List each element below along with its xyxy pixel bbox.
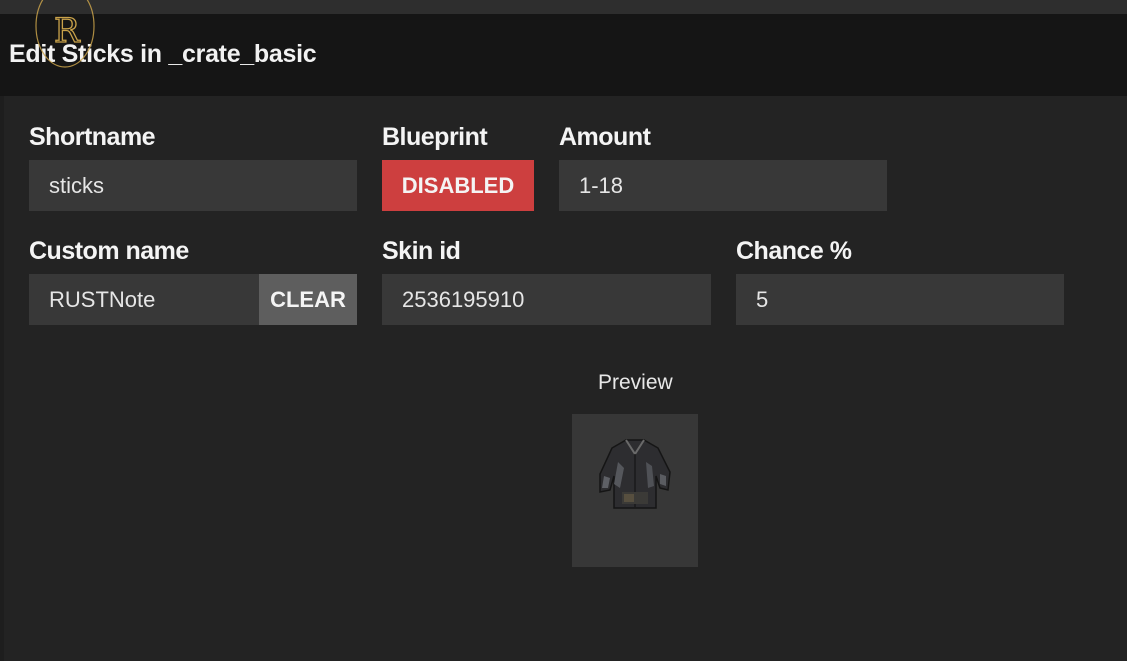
preview-label: Preview [598, 371, 673, 394]
shortname-field[interactable]: sticks [29, 160, 357, 211]
blueprint-toggle-button[interactable]: DISABLED [382, 160, 534, 211]
amount-label: Amount [559, 123, 651, 151]
svg-text:R: R [54, 11, 81, 51]
jacket-icon [599, 439, 671, 509]
rustnote-logo: R [35, 0, 95, 68]
top-strip [0, 0, 1127, 14]
chance-label: Chance % [736, 237, 852, 265]
skin-id-label: Skin id [382, 237, 461, 265]
blueprint-label: Blueprint [382, 123, 488, 151]
skin-id-field[interactable]: 2536195910 [382, 274, 711, 325]
custom-name-label: Custom name [29, 237, 189, 265]
preview-box [572, 414, 698, 567]
clear-button[interactable]: CLEAR [259, 274, 357, 325]
shortname-label: Shortname [29, 123, 156, 151]
chance-field[interactable]: 5 [736, 274, 1064, 325]
custom-name-field[interactable]: RUSTNote [29, 274, 259, 325]
amount-field[interactable]: 1-18 [559, 160, 887, 211]
